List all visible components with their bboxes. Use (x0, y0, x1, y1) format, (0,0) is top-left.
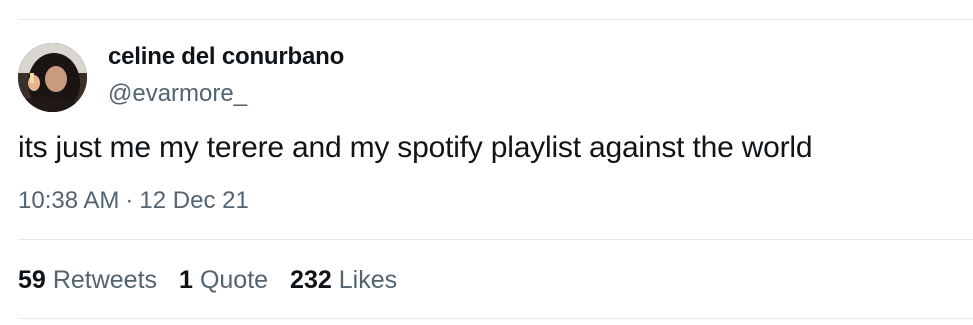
top-divider (18, 19, 973, 20)
tweet-time: 10:38 AM (18, 187, 120, 214)
retweets-stat[interactable]: 59 Retweets (18, 266, 157, 295)
likes-stat[interactable]: 232 Likes (290, 266, 397, 295)
user-handle[interactable]: @evarmore_ (108, 80, 247, 108)
tweet-stats: 59 Retweets 1 Quote 232 Likes (18, 266, 397, 295)
stats-bottom-divider (18, 318, 973, 319)
quotes-count: 1 (179, 266, 193, 294)
quotes-label: Quote (199, 266, 269, 294)
retweets-label: Retweets (52, 266, 158, 294)
tweet-timestamp[interactable]: 10:38 AM · 12 Dec 21 (18, 187, 249, 215)
profile-photo-icon (18, 43, 87, 112)
tweet-date: 12 Dec 21 (139, 187, 249, 214)
meta-separator: · (125, 187, 134, 214)
stats-top-divider (18, 239, 973, 240)
likes-count: 232 (290, 266, 332, 294)
avatar[interactable] (18, 43, 87, 112)
retweets-count: 59 (18, 266, 46, 294)
likes-label: Likes (338, 266, 398, 294)
display-name[interactable]: celine del conurbano (108, 43, 344, 71)
quotes-stat[interactable]: 1 Quote (179, 266, 268, 295)
tweet-text: its just me my terere and my spotify pla… (18, 131, 813, 164)
